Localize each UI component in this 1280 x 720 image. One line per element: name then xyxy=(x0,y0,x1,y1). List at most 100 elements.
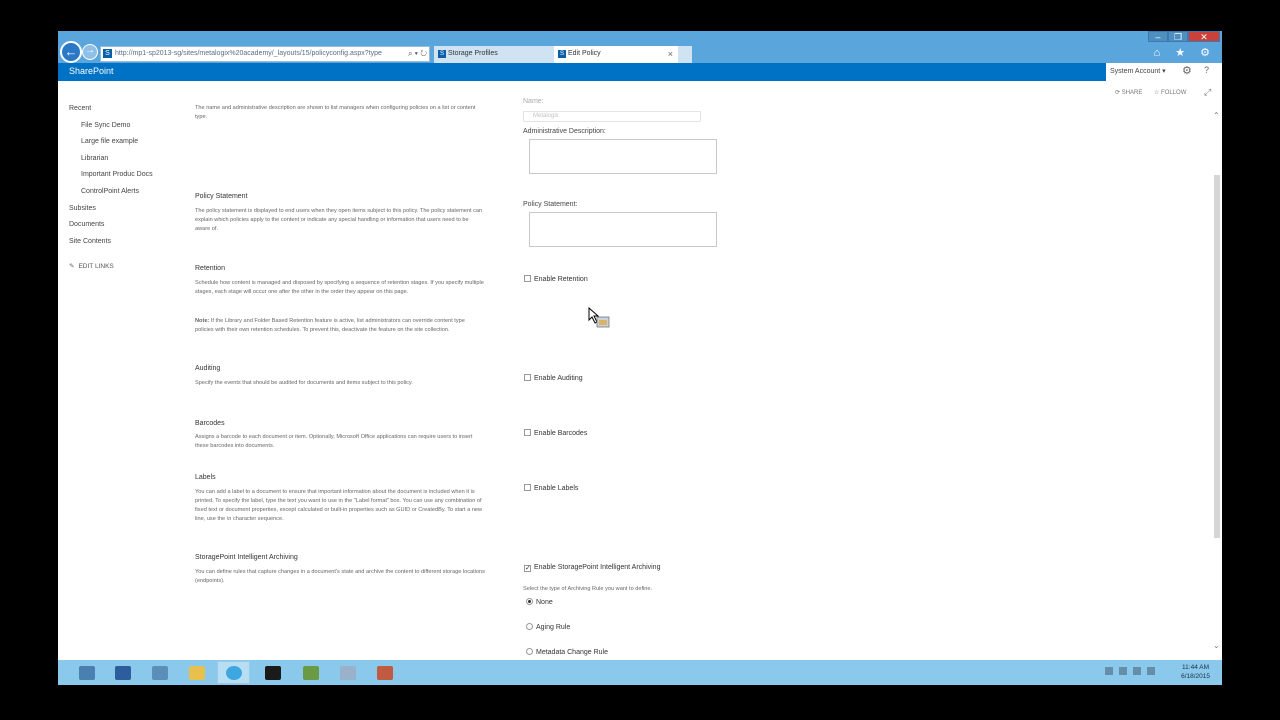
command-prompt-icon xyxy=(264,665,281,680)
server-manager-icon xyxy=(78,665,95,680)
tab-storage-profiles[interactable]: S Storage Profiles xyxy=(434,46,554,63)
mail-icon xyxy=(339,665,356,680)
internet-explorer-icon xyxy=(225,665,242,680)
close-window-button[interactable]: ✕ xyxy=(1188,31,1220,42)
checkbox-box[interactable] xyxy=(524,429,531,436)
screen: ← → S http://mp1-sp2013-sg/sites/metalog… xyxy=(58,31,1222,685)
restore-button[interactable]: ❐ xyxy=(1168,31,1188,42)
help-icon[interactable]: ? xyxy=(1204,65,1209,75)
auditing-title: Auditing xyxy=(195,365,221,372)
settings-gear-icon[interactable]: ⚙ xyxy=(1182,64,1192,77)
site-icon: S xyxy=(103,49,112,58)
sharepoint-tool-icon xyxy=(302,665,319,680)
enable-archiving-checkbox[interactable]: ✓ Enable StoragePoint Intelligent Archivi… xyxy=(524,564,660,572)
radio-none[interactable]: None xyxy=(526,598,553,606)
tab-site-icon: S xyxy=(558,50,566,58)
nav-documents[interactable]: Documents xyxy=(69,221,104,228)
admin-description-field[interactable] xyxy=(529,139,717,174)
checkbox-checked[interactable]: ✓ xyxy=(524,565,531,572)
folder-icon xyxy=(188,665,205,680)
taskbar-mail-button[interactable] xyxy=(331,661,364,684)
address-bar[interactable]: S http://mp1-sp2013-sg/sites/metalogix%2… xyxy=(100,46,430,62)
sharepoint-brand[interactable]: SharePoint xyxy=(69,66,114,76)
radio-metadata-change-rule[interactable]: Metadata Change Rule xyxy=(526,648,608,656)
name-label: Name: xyxy=(523,98,544,105)
policy-statement-field[interactable] xyxy=(529,212,717,247)
taskbar-clock[interactable]: 11:44 AM 6/18/2015 xyxy=(1181,663,1210,681)
nav-recent-item[interactable]: Large file example xyxy=(81,138,138,145)
scroll-up-arrow-icon[interactable]: ⌃ xyxy=(1213,111,1220,120)
nav-recent-item[interactable]: ControlPoint Alerts xyxy=(81,188,139,195)
pencil-icon: ✎ xyxy=(69,263,75,270)
suite-bar: SharePoint System Account ▾ ⚙ ? xyxy=(58,63,1222,81)
taskbar-server-manager-button[interactable] xyxy=(70,661,103,684)
url-text: http://mp1-sp2013-sg/sites/metalogix%20a… xyxy=(115,50,382,57)
name-section-description: The name and administrative description … xyxy=(195,105,476,120)
vertical-scrollbar[interactable]: ⌃ ⌄ xyxy=(1211,105,1222,661)
browser-icons[interactable]: ⌂ ★ ⚙ xyxy=(1154,46,1216,59)
forward-button[interactable]: → xyxy=(82,44,98,60)
back-button[interactable]: ← xyxy=(60,41,82,63)
name-field[interactable]: Metalogix xyxy=(523,111,701,122)
scroll-down-arrow-icon[interactable]: ⌄ xyxy=(1213,641,1220,650)
nav-subsites[interactable]: Subsites xyxy=(69,205,96,212)
taskbar-command-prompt-button[interactable] xyxy=(256,661,289,684)
nav-recent-item[interactable]: Important Produc Docs xyxy=(81,171,153,178)
enable-barcodes-checkbox[interactable]: Enable Barcodes xyxy=(524,429,587,437)
taskbar-network-tool-button[interactable] xyxy=(368,661,401,684)
admin-description-label: Administrative Description: xyxy=(523,128,606,135)
taskbar-sharepoint-tool-button[interactable] xyxy=(294,661,327,684)
scroll-thumb[interactable] xyxy=(1214,175,1220,538)
archiving-rule-prompt: Select the type of Archiving Rule you wa… xyxy=(523,586,653,592)
windows-taskbar: 11:44 AM 6/18/2015 xyxy=(58,660,1222,685)
enable-labels-checkbox[interactable]: Enable Labels xyxy=(524,484,578,492)
labels-description: You can add a label to a document to ens… xyxy=(195,489,483,522)
policy-statement-label: Policy Statement: xyxy=(523,201,578,208)
flag-icon[interactable] xyxy=(1105,667,1113,675)
address-tools[interactable]: ⌕ ▾ ↻ xyxy=(404,47,427,61)
mouse-cursor-icon xyxy=(588,307,610,328)
follow-button[interactable]: ☆ FOLLOW xyxy=(1154,89,1186,96)
checkbox-box[interactable] xyxy=(524,374,531,381)
taskbar-file-explorer-button[interactable] xyxy=(180,661,213,684)
network-icon[interactable] xyxy=(1119,667,1127,675)
focus-content-icon[interactable]: ⤢ xyxy=(1204,87,1211,98)
taskbar-internet-explorer-button[interactable] xyxy=(217,661,250,684)
retention-note: Note: If the Library and Folder Based Re… xyxy=(195,318,465,333)
taskbar-window-button[interactable] xyxy=(143,661,176,684)
nav-recent-item[interactable]: File Sync Demo xyxy=(81,122,130,129)
tab-edit-policy[interactable]: S Edit Policy × xyxy=(554,46,678,63)
barcodes-title: Barcodes xyxy=(195,420,225,427)
minimize-button[interactable]: – xyxy=(1148,31,1168,42)
speaker-icon[interactable] xyxy=(1133,667,1141,675)
nav-recent[interactable]: Recent xyxy=(69,105,91,112)
share-button[interactable]: ⟳ SHARE xyxy=(1115,89,1142,96)
enable-auditing-checkbox[interactable]: Enable Auditing xyxy=(524,374,583,382)
edit-links-button[interactable]: ✎ EDIT LINKS xyxy=(69,262,114,270)
retention-description: Schedule how content is managed and disp… xyxy=(195,280,484,295)
clock-date: 6/18/2015 xyxy=(1181,673,1210,680)
powershell-icon xyxy=(114,665,131,680)
close-tab-icon[interactable]: × xyxy=(668,46,673,62)
keyboard-icon[interactable] xyxy=(1147,667,1155,675)
tab-label: Storage Profiles xyxy=(448,50,498,57)
window-icon xyxy=(151,665,168,680)
auditing-description: Specify the events that should be audite… xyxy=(195,380,413,386)
checkbox-box[interactable] xyxy=(524,484,531,491)
enable-retention-checkbox[interactable]: Enable Retention xyxy=(524,275,588,283)
radio-button[interactable] xyxy=(526,623,533,630)
radio-button-selected[interactable] xyxy=(526,598,533,605)
radio-aging-rule[interactable]: Aging Rule xyxy=(526,623,570,631)
taskbar-powershell-button[interactable] xyxy=(106,661,139,684)
retention-title: Retention xyxy=(195,265,225,272)
nav-site-contents[interactable]: Site Contents xyxy=(69,238,111,245)
barcodes-description: Assigns a barcode to each document or it… xyxy=(195,434,473,449)
labels-title: Labels xyxy=(195,474,216,481)
checkbox-box[interactable] xyxy=(524,275,531,282)
star-icon: ☆ xyxy=(1154,90,1162,96)
policy-statement-description: The policy statement is displayed to end… xyxy=(195,208,483,232)
account-menu[interactable]: System Account ▾ xyxy=(1110,67,1166,75)
nav-recent-item[interactable]: Librarian xyxy=(81,155,108,162)
radio-button[interactable] xyxy=(526,648,533,655)
new-tab-button[interactable] xyxy=(678,46,692,63)
